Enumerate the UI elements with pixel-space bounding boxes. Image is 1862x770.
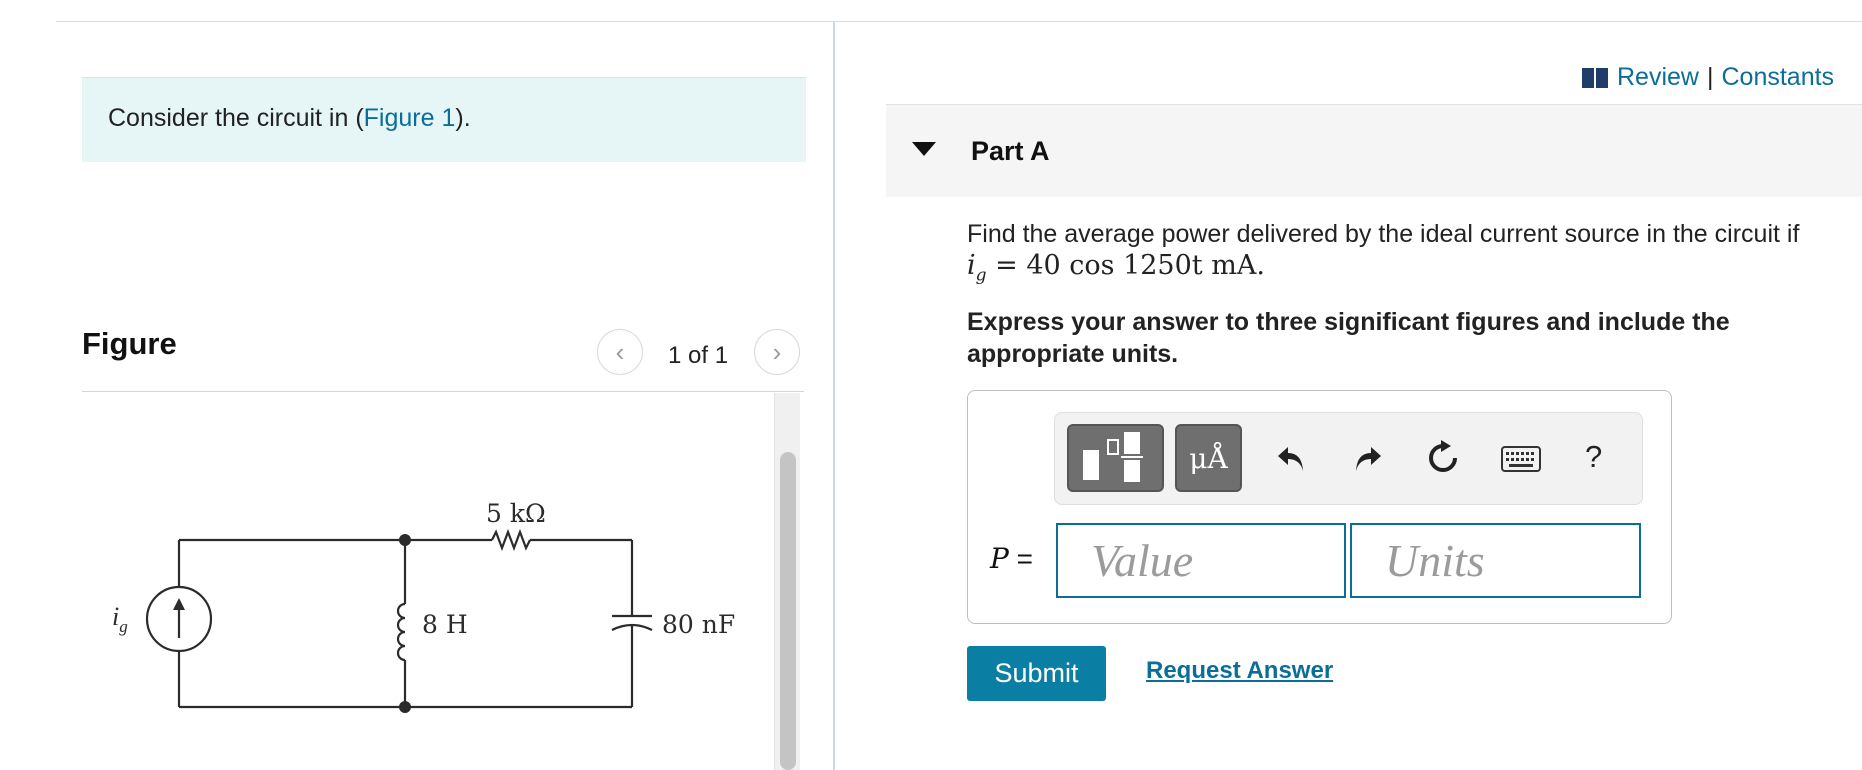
help-icon[interactable]: ?	[1585, 439, 1602, 475]
question-sentence: Find the average power delivered by the …	[967, 220, 1800, 248]
chevron-right-icon: ›	[772, 336, 782, 367]
answer-instruction: Express your answer to three significant…	[967, 308, 1730, 368]
keyboard-icon[interactable]	[1500, 444, 1542, 474]
source-label: ig	[112, 602, 128, 636]
review-link[interactable]: Review	[1617, 63, 1699, 92]
question-equation: ig = 40 cos 1250t mA.	[967, 250, 1265, 286]
resistor-label: 5 kΩ	[486, 499, 546, 528]
review-constants-bar: Review | Constants	[1582, 63, 1834, 92]
submit-button[interactable]: Submit	[967, 646, 1106, 701]
value-input[interactable]: Value	[1056, 523, 1346, 598]
question-text: Find the average power delivered by the …	[967, 218, 1847, 291]
undo-icon[interactable]	[1271, 438, 1311, 478]
redo-icon[interactable]	[1348, 438, 1388, 478]
intro-prefix: Consider the circuit in (	[108, 104, 364, 132]
circuit-diagram: ig 5 kΩ 8 H 80 nF	[112, 499, 735, 713]
top-divider	[56, 21, 1862, 22]
inductor-label: 8 H	[422, 610, 468, 639]
link-separator: |	[1706, 63, 1714, 91]
request-answer-link[interactable]: Request Answer	[1146, 657, 1333, 685]
answer-variable-label: P =	[990, 542, 1033, 575]
figure-heading: Figure	[82, 326, 177, 361]
constants-link[interactable]: Constants	[1721, 63, 1834, 92]
book-icon	[1582, 67, 1609, 88]
intro-text: Consider the circuit in (Figure 1).	[108, 104, 471, 133]
templates-icon[interactable]	[1067, 424, 1164, 492]
figure-page-count: 1 of 1	[668, 342, 729, 369]
units-input[interactable]: Units	[1350, 523, 1641, 598]
reset-icon[interactable]	[1423, 438, 1463, 478]
figure-scrollbar-thumb[interactable]	[780, 452, 796, 770]
collapse-caret-icon[interactable]	[912, 142, 936, 156]
next-figure-button[interactable]: ›	[754, 329, 800, 375]
intro-suffix: ).	[455, 104, 471, 132]
previous-figure-button[interactable]: ‹	[597, 329, 643, 375]
column-divider	[833, 22, 835, 770]
units-icon[interactable]: μÅ	[1175, 424, 1242, 492]
part-label: Part A	[971, 136, 1050, 166]
chevron-left-icon: ‹	[615, 336, 625, 367]
figure-divider	[82, 391, 804, 392]
capacitor-label: 80 nF	[662, 610, 735, 639]
figure-link[interactable]: Figure 1	[364, 104, 456, 132]
